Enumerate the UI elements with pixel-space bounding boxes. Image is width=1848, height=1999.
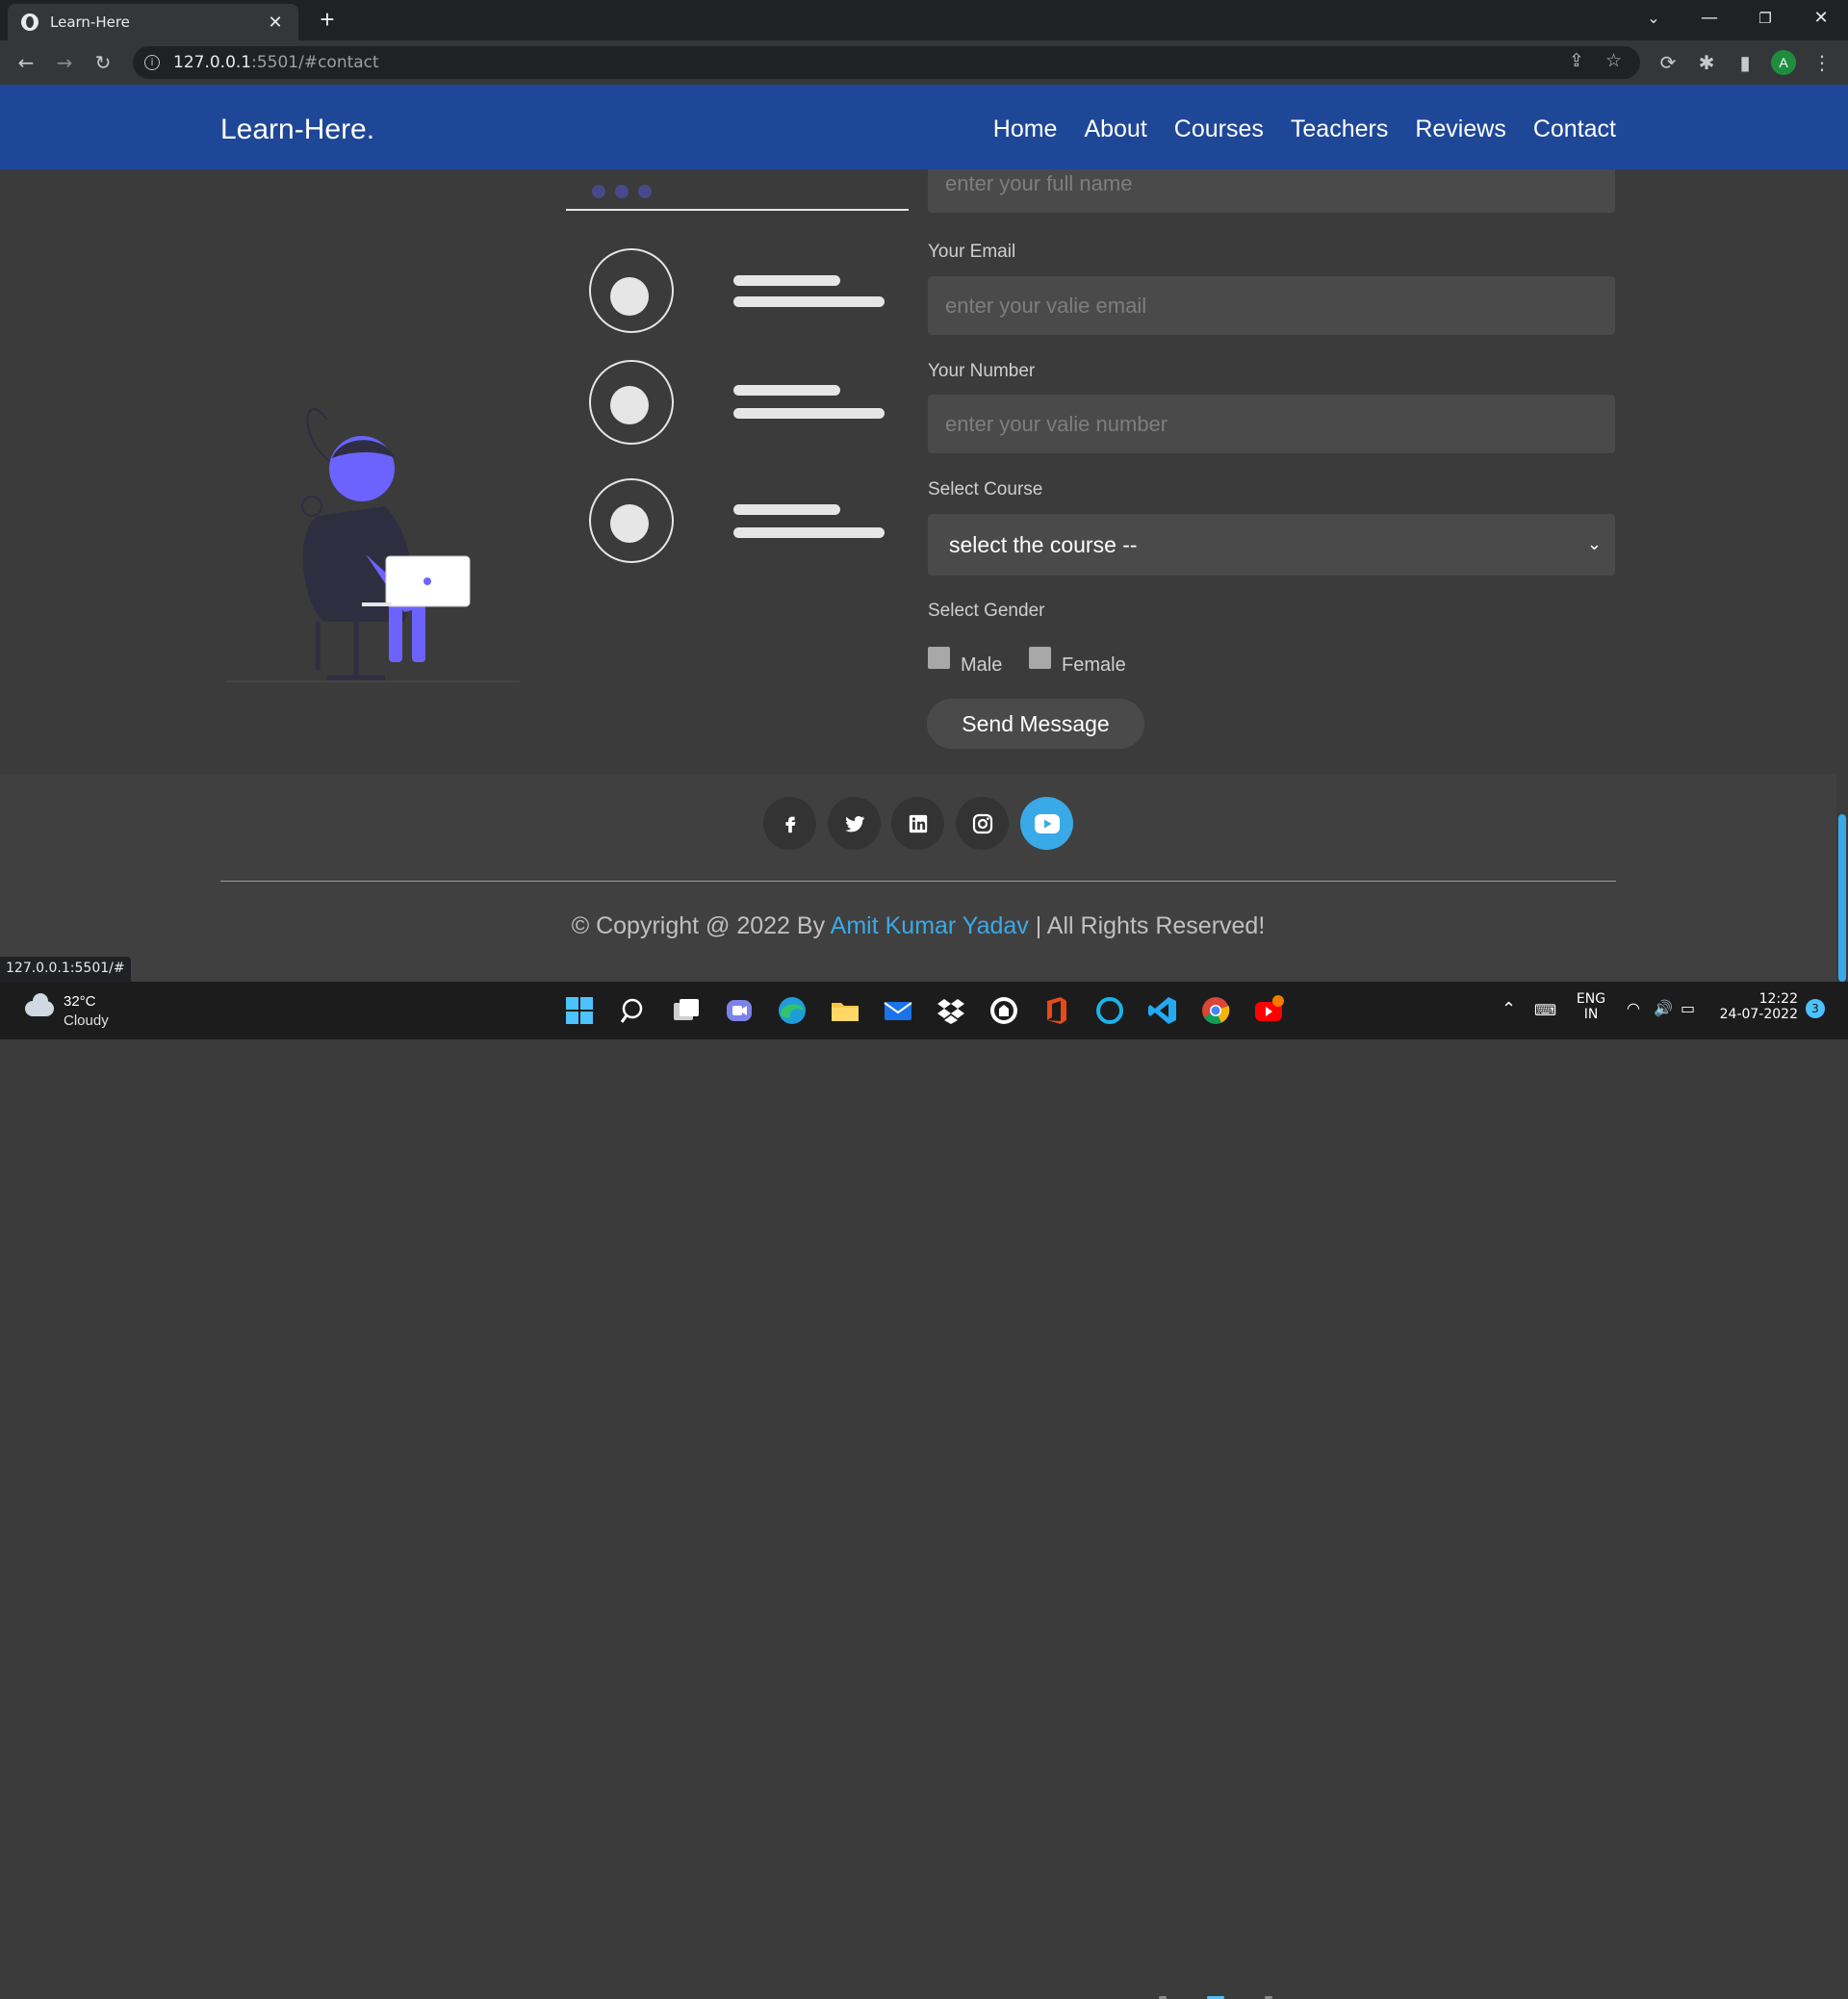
weather-condition: Cloudy — [64, 1012, 109, 1029]
weather-temperature: 32°C — [64, 993, 96, 1010]
edge-icon[interactable] — [777, 995, 808, 1026]
course-select-value: select the course -- — [949, 532, 1138, 557]
instagram-icon[interactable] — [956, 797, 1009, 850]
nav-home[interactable]: Home — [993, 115, 1058, 143]
tab-title: Learn-Here — [50, 13, 130, 31]
url-text: 127.0.0.1:5501/#contact — [173, 53, 379, 72]
site-header: Learn-Here. Home About Courses Teachers … — [0, 85, 1848, 169]
keyboard-icon[interactable]: ⌨ — [1534, 1001, 1556, 1019]
site-info-icon[interactable]: i — [144, 55, 160, 70]
restore-button[interactable]: ❐ — [1738, 0, 1792, 38]
status-bar-url: 127.0.0.1:5501/# — [0, 957, 131, 982]
cloud-icon — [25, 993, 54, 1016]
teams-chat-icon[interactable] — [724, 995, 755, 1026]
full-name-input[interactable]: enter your full name — [928, 169, 1615, 213]
email-input[interactable]: enter your valie email — [928, 276, 1615, 335]
site-footer: © Copyright @ 2022 By Amit Kumar Yadav |… — [0, 774, 1836, 982]
profile-avatar[interactable]: A — [1771, 50, 1796, 75]
volume-icon[interactable]: 🔊 — [1654, 999, 1673, 1017]
browser-toolbar: ← → ↻ i 127.0.0.1:5501/#contact ⇪ ☆ ⟳ ✱ … — [0, 40, 1848, 85]
chevron-down-icon: ⌄ — [1586, 534, 1602, 554]
footer-divider — [220, 881, 1616, 882]
menu-icon[interactable]: ⋮ — [1808, 48, 1836, 77]
gender-label: Select Gender — [928, 601, 1045, 621]
email-label: Your Email — [928, 242, 1016, 262]
dropbox-icon[interactable] — [936, 995, 966, 1026]
bookmark-star-icon[interactable]: ☆ — [1605, 50, 1622, 71]
file-explorer-icon[interactable] — [830, 995, 860, 1026]
author-link[interactable]: Amit Kumar Yadav — [831, 912, 1029, 939]
contact-card-1 — [589, 248, 885, 333]
female-checkbox[interactable] — [1029, 647, 1051, 669]
copyright-text: © Copyright @ 2022 By Amit Kumar Yadav |… — [571, 912, 1266, 939]
tray-overflow-icon[interactable]: ⌃ — [1502, 999, 1516, 1019]
contact-card-3 — [589, 478, 885, 563]
course-select[interactable]: select the course -- ⌄ — [928, 514, 1615, 576]
male-label: Male — [961, 654, 1003, 676]
female-label: Female — [1062, 654, 1126, 676]
scrollbar-thumb[interactable] — [1838, 814, 1846, 982]
search-icon[interactable] — [618, 995, 649, 1026]
course-label: Select Course — [928, 479, 1043, 500]
contact-card-2 — [589, 360, 885, 445]
share-icon[interactable]: ⇪ — [1569, 50, 1584, 71]
globe-icon — [21, 13, 38, 31]
youtube-icon[interactable] — [1020, 797, 1073, 850]
minimize-button[interactable]: — — [1682, 0, 1736, 38]
chrome-icon[interactable] — [1200, 995, 1231, 1026]
task-view-icon[interactable] — [671, 995, 702, 1026]
number-input[interactable]: enter your valie number — [928, 395, 1615, 453]
contact-illustration — [226, 185, 909, 682]
nav-contact[interactable]: Contact — [1533, 115, 1616, 143]
forward-icon[interactable]: → — [50, 48, 79, 77]
language-indicator[interactable]: ENG IN — [1575, 991, 1607, 1022]
close-window-button[interactable]: ✕ — [1794, 0, 1848, 38]
page-scrollbar[interactable] — [1836, 169, 1848, 982]
main-nav: Home About Courses Teachers Reviews Cont… — [993, 115, 1616, 143]
side-panel-icon[interactable]: ▮ — [1731, 48, 1759, 77]
back-icon[interactable]: ← — [12, 48, 40, 77]
mail-icon[interactable] — [883, 995, 913, 1026]
wifi-icon[interactable]: ◠ — [1627, 999, 1640, 1017]
twitter-icon[interactable] — [828, 797, 881, 850]
youtube-app-icon[interactable] — [1253, 995, 1284, 1026]
male-checkbox[interactable] — [928, 647, 950, 669]
clock-time: 12:22 — [1758, 991, 1798, 1007]
reload-icon[interactable]: ↻ — [89, 48, 117, 77]
browser-tab[interactable]: Learn-Here ✕ — [8, 4, 298, 40]
vscode-icon[interactable] — [1147, 995, 1178, 1026]
battery-icon[interactable]: ▭ — [1681, 999, 1695, 1017]
nav-reviews[interactable]: Reviews — [1415, 115, 1505, 143]
sync-icon[interactable]: ⟳ — [1654, 48, 1682, 77]
windows-taskbar: 32°C Cloudy ⌃ ⌨ ENG IN ◠ 🔊 ▭ 12:22 24-07… — [0, 982, 1848, 1999]
nav-teachers[interactable]: Teachers — [1291, 115, 1388, 143]
linkedin-icon[interactable] — [891, 797, 944, 850]
github-desktop-icon[interactable] — [988, 995, 1019, 1026]
facebook-icon[interactable] — [763, 797, 816, 850]
clock-date: 24-07-2022 — [1719, 1007, 1798, 1022]
new-tab-button[interactable]: + — [314, 6, 341, 33]
tab-search-icon[interactable]: ⌄ — [1627, 0, 1681, 38]
cortana-icon[interactable] — [1094, 995, 1125, 1026]
clock[interactable]: 12:22 24-07-2022 — [1717, 991, 1798, 1022]
browser-tab-strip: Learn-Here ✕ + ⌄ — ❐ ✕ — [0, 0, 1848, 40]
nav-courses[interactable]: Courses — [1174, 115, 1264, 143]
contact-section: enter your full name Your Email enter yo… — [0, 169, 1836, 774]
extensions-icon[interactable]: ✱ — [1692, 48, 1721, 77]
site-logo[interactable]: Learn-Here. — [220, 114, 374, 146]
person-with-laptop — [226, 407, 520, 682]
send-message-button[interactable]: Send Message — [927, 699, 1144, 749]
close-tab-icon[interactable]: ✕ — [266, 13, 285, 33]
office-icon[interactable] — [1041, 995, 1072, 1026]
address-bar[interactable]: i 127.0.0.1:5501/#contact ⇪ ☆ — [133, 46, 1640, 79]
number-label: Your Number — [928, 361, 1036, 381]
windows-start-icon[interactable] — [564, 995, 595, 1026]
notification-badge[interactable]: 3 — [1806, 999, 1825, 1018]
nav-about[interactable]: About — [1084, 115, 1146, 143]
